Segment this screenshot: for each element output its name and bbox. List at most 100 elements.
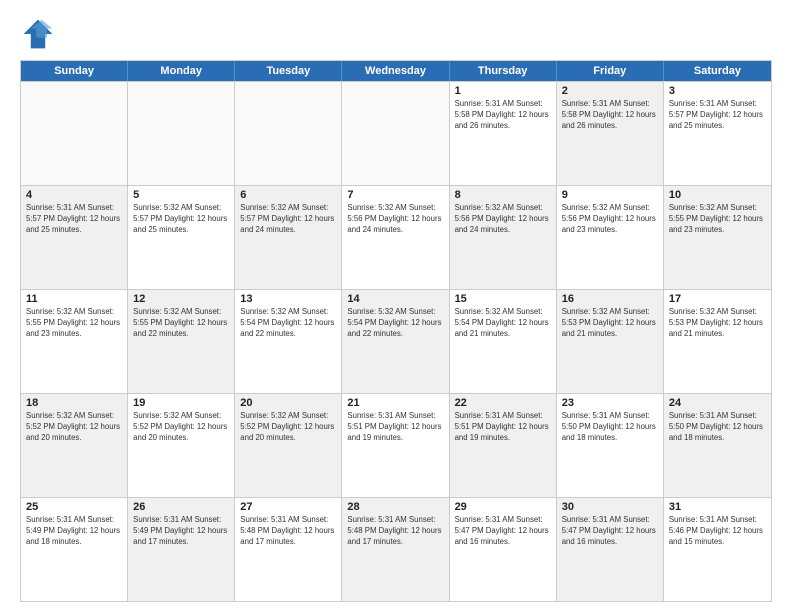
cal-cell-21: 21 Sunrise: 5:31 AM Sunset: 5:51 PM Dayli… xyxy=(342,394,449,497)
day-info: Sunrise: 5:32 AM Sunset: 5:52 PM Dayligh… xyxy=(133,411,229,444)
day-info: Sunrise: 5:32 AM Sunset: 5:55 PM Dayligh… xyxy=(26,307,122,340)
cal-cell-5: 5 Sunrise: 5:32 AM Sunset: 5:57 PM Daylig… xyxy=(128,186,235,289)
day-number: 15 xyxy=(455,293,551,305)
header-cell-thursday: Thursday xyxy=(450,61,557,81)
cal-cell-empty xyxy=(235,82,342,185)
day-info: Sunrise: 5:32 AM Sunset: 5:55 PM Dayligh… xyxy=(133,307,229,340)
header-cell-wednesday: Wednesday xyxy=(342,61,449,81)
day-info: Sunrise: 5:31 AM Sunset: 5:47 PM Dayligh… xyxy=(455,515,551,548)
cal-cell-29: 29 Sunrise: 5:31 AM Sunset: 5:47 PM Dayli… xyxy=(450,498,557,601)
day-info: Sunrise: 5:32 AM Sunset: 5:54 PM Dayligh… xyxy=(240,307,336,340)
header-cell-sunday: Sunday xyxy=(21,61,128,81)
cal-cell-24: 24 Sunrise: 5:31 AM Sunset: 5:50 PM Dayli… xyxy=(664,394,771,497)
cal-cell-10: 10 Sunrise: 5:32 AM Sunset: 5:55 PM Dayli… xyxy=(664,186,771,289)
day-number: 6 xyxy=(240,189,336,201)
cal-cell-28: 28 Sunrise: 5:31 AM Sunset: 5:48 PM Dayli… xyxy=(342,498,449,601)
day-info: Sunrise: 5:32 AM Sunset: 5:56 PM Dayligh… xyxy=(455,203,551,236)
day-number: 14 xyxy=(347,293,443,305)
cal-cell-25: 25Sunrise: 5:31 AM Sunset: 5:49 PM Dayli… xyxy=(21,498,128,601)
day-info: Sunrise: 5:31 AM Sunset: 5:57 PM Dayligh… xyxy=(669,99,766,132)
page: SundayMondayTuesdayWednesdayThursdayFrid… xyxy=(0,0,792,612)
cal-cell-23: 23Sunrise: 5:31 AM Sunset: 5:50 PM Dayli… xyxy=(557,394,664,497)
day-info: Sunrise: 5:31 AM Sunset: 5:51 PM Dayligh… xyxy=(455,411,551,444)
day-info: Sunrise: 5:32 AM Sunset: 5:53 PM Dayligh… xyxy=(669,307,766,340)
day-info: Sunrise: 5:31 AM Sunset: 5:50 PM Dayligh… xyxy=(669,411,766,444)
day-number: 16 xyxy=(562,293,658,305)
cal-cell-4: 4 Sunrise: 5:31 AM Sunset: 5:57 PM Daylig… xyxy=(21,186,128,289)
cal-cell-12: 12 Sunrise: 5:32 AM Sunset: 5:55 PM Dayli… xyxy=(128,290,235,393)
cal-cell-15: 15 Sunrise: 5:32 AM Sunset: 5:54 PM Dayli… xyxy=(450,290,557,393)
day-info: Sunrise: 5:32 AM Sunset: 5:54 PM Dayligh… xyxy=(455,307,551,340)
day-info: Sunrise: 5:31 AM Sunset: 5:46 PM Dayligh… xyxy=(669,515,766,548)
cal-cell-30: 30 Sunrise: 5:31 AM Sunset: 5:47 PM Dayli… xyxy=(557,498,664,601)
day-number: 29 xyxy=(455,501,551,513)
day-info: Sunrise: 5:31 AM Sunset: 5:58 PM Dayligh… xyxy=(562,99,658,132)
day-number: 13 xyxy=(240,293,336,305)
cal-cell-14: 14 Sunrise: 5:32 AM Sunset: 5:54 PM Dayli… xyxy=(342,290,449,393)
day-number: 21 xyxy=(347,397,443,409)
day-number: 10 xyxy=(669,189,766,201)
day-info: Sunrise: 5:32 AM Sunset: 5:56 PM Dayligh… xyxy=(562,203,658,236)
day-info: Sunrise: 5:31 AM Sunset: 5:58 PM Dayligh… xyxy=(455,99,551,132)
cal-cell-27: 27Sunrise: 5:31 AM Sunset: 5:48 PM Dayli… xyxy=(235,498,342,601)
day-number: 28 xyxy=(347,501,443,513)
header-cell-friday: Friday xyxy=(557,61,664,81)
cal-cell-empty xyxy=(128,82,235,185)
day-number: 24 xyxy=(669,397,766,409)
day-number: 22 xyxy=(455,397,551,409)
day-number: 9 xyxy=(562,189,658,201)
day-info: Sunrise: 5:32 AM Sunset: 5:52 PM Dayligh… xyxy=(240,411,336,444)
day-info: Sunrise: 5:32 AM Sunset: 5:56 PM Dayligh… xyxy=(347,203,443,236)
day-number: 26 xyxy=(133,501,229,513)
cal-cell-16: 16Sunrise: 5:32 AM Sunset: 5:53 PM Dayli… xyxy=(557,290,664,393)
cal-cell-26: 26 Sunrise: 5:31 AM Sunset: 5:49 PM Dayli… xyxy=(128,498,235,601)
day-number: 30 xyxy=(562,501,658,513)
header-cell-saturday: Saturday xyxy=(664,61,771,81)
header xyxy=(20,16,772,52)
day-info: Sunrise: 5:31 AM Sunset: 5:49 PM Dayligh… xyxy=(26,515,122,548)
cal-cell-6: 6 Sunrise: 5:32 AM Sunset: 5:57 PM Daylig… xyxy=(235,186,342,289)
calendar: SundayMondayTuesdayWednesdayThursdayFrid… xyxy=(20,60,772,602)
day-info: Sunrise: 5:32 AM Sunset: 5:57 PM Dayligh… xyxy=(133,203,229,236)
cal-cell-18: 18 Sunrise: 5:32 AM Sunset: 5:52 PM Dayli… xyxy=(21,394,128,497)
cal-cell-2: 2 Sunrise: 5:31 AM Sunset: 5:58 PM Daylig… xyxy=(557,82,664,185)
day-number: 7 xyxy=(347,189,443,201)
cal-cell-3: 3Sunrise: 5:31 AM Sunset: 5:57 PM Daylig… xyxy=(664,82,771,185)
week-row-2: 4 Sunrise: 5:31 AM Sunset: 5:57 PM Daylig… xyxy=(21,185,771,289)
calendar-header: SundayMondayTuesdayWednesdayThursdayFrid… xyxy=(21,61,771,81)
day-number: 1 xyxy=(455,85,551,97)
day-info: Sunrise: 5:31 AM Sunset: 5:48 PM Dayligh… xyxy=(347,515,443,548)
day-number: 11 xyxy=(26,293,122,305)
cal-cell-9: 9 Sunrise: 5:32 AM Sunset: 5:56 PM Daylig… xyxy=(557,186,664,289)
header-cell-tuesday: Tuesday xyxy=(235,61,342,81)
day-number: 2 xyxy=(562,85,658,97)
cal-cell-20: 20 Sunrise: 5:32 AM Sunset: 5:52 PM Dayli… xyxy=(235,394,342,497)
day-number: 12 xyxy=(133,293,229,305)
cal-cell-19: 19Sunrise: 5:32 AM Sunset: 5:52 PM Dayli… xyxy=(128,394,235,497)
cal-cell-7: 7 Sunrise: 5:32 AM Sunset: 5:56 PM Daylig… xyxy=(342,186,449,289)
day-info: Sunrise: 5:31 AM Sunset: 5:50 PM Dayligh… xyxy=(562,411,658,444)
cal-cell-17: 17Sunrise: 5:32 AM Sunset: 5:53 PM Dayli… xyxy=(664,290,771,393)
week-row-3: 11 Sunrise: 5:32 AM Sunset: 5:55 PM Dayli… xyxy=(21,289,771,393)
day-number: 4 xyxy=(26,189,122,201)
cal-cell-empty xyxy=(342,82,449,185)
day-info: Sunrise: 5:31 AM Sunset: 5:47 PM Dayligh… xyxy=(562,515,658,548)
day-number: 20 xyxy=(240,397,336,409)
cal-cell-11: 11 Sunrise: 5:32 AM Sunset: 5:55 PM Dayli… xyxy=(21,290,128,393)
day-info: Sunrise: 5:32 AM Sunset: 5:55 PM Dayligh… xyxy=(669,203,766,236)
day-info: Sunrise: 5:31 AM Sunset: 5:49 PM Dayligh… xyxy=(133,515,229,548)
day-info: Sunrise: 5:32 AM Sunset: 5:52 PM Dayligh… xyxy=(26,411,122,444)
day-number: 18 xyxy=(26,397,122,409)
day-info: Sunrise: 5:31 AM Sunset: 5:51 PM Dayligh… xyxy=(347,411,443,444)
header-cell-monday: Monday xyxy=(128,61,235,81)
day-info: Sunrise: 5:32 AM Sunset: 5:54 PM Dayligh… xyxy=(347,307,443,340)
cal-cell-1: 1 Sunrise: 5:31 AM Sunset: 5:58 PM Daylig… xyxy=(450,82,557,185)
cal-cell-empty xyxy=(21,82,128,185)
cal-cell-22: 22 Sunrise: 5:31 AM Sunset: 5:51 PM Dayli… xyxy=(450,394,557,497)
day-number: 5 xyxy=(133,189,229,201)
day-number: 27 xyxy=(240,501,336,513)
week-row-5: 25Sunrise: 5:31 AM Sunset: 5:49 PM Dayli… xyxy=(21,497,771,601)
calendar-body: 1 Sunrise: 5:31 AM Sunset: 5:58 PM Daylig… xyxy=(21,81,771,601)
day-info: Sunrise: 5:31 AM Sunset: 5:57 PM Dayligh… xyxy=(26,203,122,236)
day-info: Sunrise: 5:32 AM Sunset: 5:57 PM Dayligh… xyxy=(240,203,336,236)
